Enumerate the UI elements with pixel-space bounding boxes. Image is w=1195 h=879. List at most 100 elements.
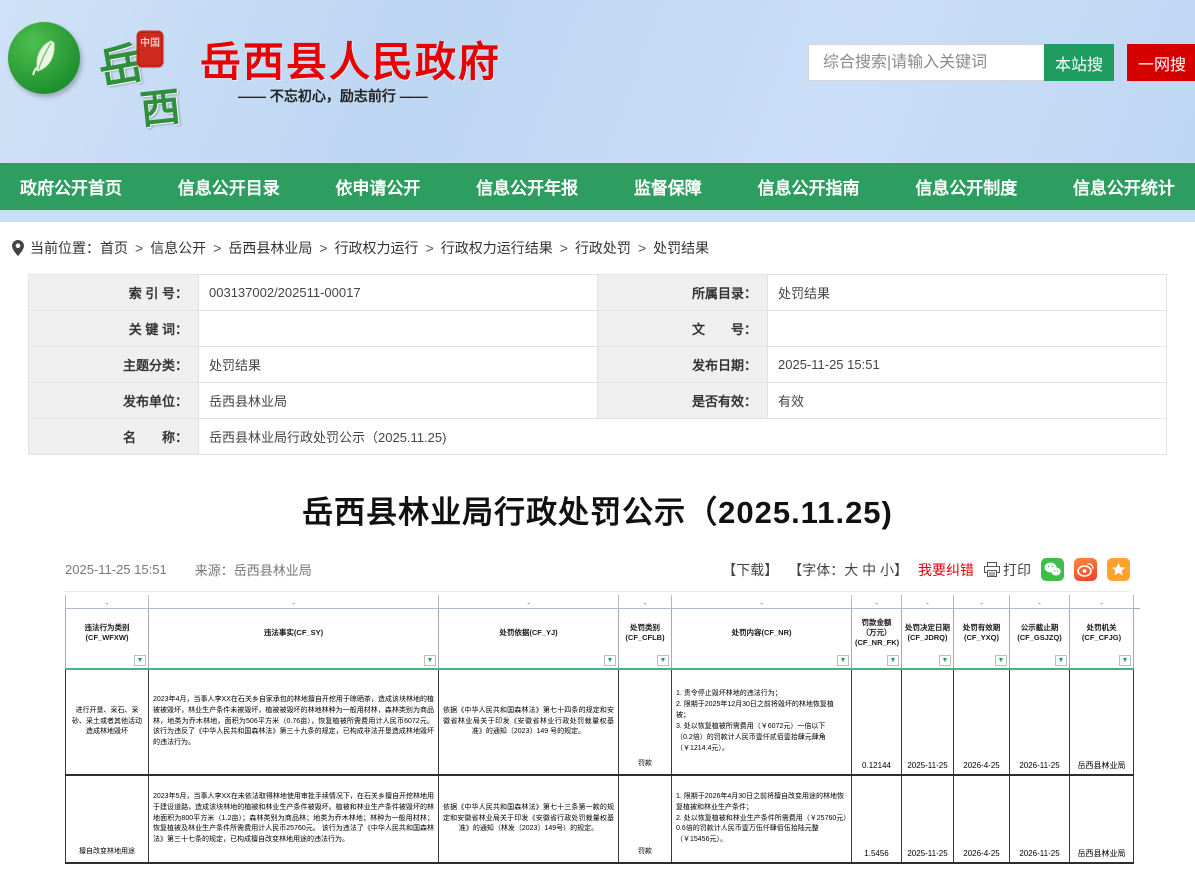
search-input[interactable] — [808, 44, 1044, 81]
clipped-cell: - — [619, 595, 672, 608]
table-row: 名 称： 岳西县林业局行政处罚公示（2025.11.25) — [29, 419, 1167, 455]
breadcrumb-prefix: 当前位置： — [30, 238, 100, 258]
breadcrumb-separator: > — [426, 240, 434, 256]
cell-type: 罚款 — [619, 669, 672, 775]
table-row: 主题分类： 处罚结果 发布日期： 2025-11-25 15:51 — [29, 347, 1167, 383]
breadcrumb-separator: > — [319, 240, 327, 256]
cell-decision-date: 2025-11-25 — [902, 775, 954, 863]
breadcrumb-separator: > — [560, 240, 568, 256]
column-header-decision-date: 处罚决定日期(CF_JDRQ) ▼ — [902, 608, 954, 668]
table-row: 进行开垦、采石、采砂、采土或者其他活动造成林地毁坏 2023年4月，当事人李XX… — [66, 669, 1134, 775]
clipped-cell: - — [954, 595, 1010, 608]
breadcrumb-item-info[interactable]: 信息公开 — [150, 238, 206, 258]
column-header-content: 处罚内容(CF_NR) ▼ — [672, 608, 852, 668]
breadcrumb-separator: > — [135, 240, 143, 256]
weibo-share-button[interactable] — [1074, 558, 1097, 581]
breadcrumb-item-home[interactable]: 首页 — [100, 238, 128, 258]
star-icon — [1111, 562, 1126, 577]
table-row: 关 键 词： 文 号： — [29, 311, 1167, 347]
filter-dropdown-icon[interactable]: ▼ — [837, 655, 849, 666]
meta-value-valid: 有效 — [768, 383, 1167, 419]
filter-dropdown-icon[interactable]: ▼ — [939, 655, 951, 666]
nav-item-guide[interactable]: 信息公开指南 — [752, 174, 866, 199]
table-row: 发布单位： 岳西县林业局 是否有效： 有效 — [29, 383, 1167, 419]
banner-strip — [0, 210, 1195, 222]
breadcrumb-item-power-result[interactable]: 行政权力运行结果 — [441, 238, 553, 258]
breadcrumb-item-power[interactable]: 行政权力运行 — [335, 238, 419, 258]
filter-dropdown-icon[interactable]: ▼ — [424, 655, 436, 666]
cell-fine-amount: 1.5456 — [852, 775, 902, 863]
breadcrumb-item-penalty-result[interactable]: 处罚结果 — [653, 238, 709, 258]
penalty-table: - - - - - - - - - - 违法行为类别(CF_WFXW)▼ 违法事… — [65, 595, 1134, 864]
cell-organ: 岳西县林业局 — [1070, 669, 1134, 775]
net-search-button[interactable]: 一网搜 — [1127, 44, 1195, 81]
tea-leaf-icon — [21, 35, 67, 81]
print-button[interactable]: 打印 — [984, 560, 1031, 580]
nav-item-annual-report[interactable]: 信息公开年报 — [470, 174, 584, 199]
site-search-button[interactable]: 本站搜 — [1044, 44, 1114, 81]
filter-dropdown-icon[interactable]: ▼ — [604, 655, 616, 666]
document-meta-table: 索 引 号： 003137002/202511-00017 所属目录： 处罚结果… — [28, 274, 1167, 455]
cell-publicity-until: 2026-11-25 — [1010, 775, 1070, 863]
breadcrumb-item-bureau[interactable]: 岳西县林业局 — [228, 238, 312, 258]
report-error-link[interactable]: 我要纠错 — [918, 560, 974, 580]
header-label: 处罚决定日期(CF_JDRQ) — [905, 623, 950, 642]
filter-dropdown-icon[interactable]: ▼ — [1055, 655, 1067, 666]
cell-content: 1. 限期于2026年4月30日之前将擅自改变用途的林地恢复植被和林业生产条件；… — [672, 775, 852, 863]
nav-item-apply[interactable]: 依申请公开 — [329, 174, 426, 199]
nav-item-supervision[interactable]: 监督保障 — [628, 174, 708, 199]
meta-label-docnum: 文 号： — [598, 311, 768, 347]
meta-value-name: 岳西县林业局行政处罚公示（2025.11.25) — [199, 419, 1167, 455]
filter-dropdown-icon[interactable]: ▼ — [134, 655, 146, 666]
clipped-cell: - — [672, 595, 852, 608]
article-source: 来源：岳西县林业局 — [195, 560, 312, 579]
wechat-share-button[interactable] — [1041, 558, 1064, 581]
meta-value-catalog: 处罚结果 — [768, 275, 1167, 311]
header-label: 处罚机关(CF_CFJG) — [1082, 623, 1121, 642]
clipped-cell: - — [439, 595, 619, 608]
nav-item-info-catalog[interactable]: 信息公开目录 — [172, 174, 286, 199]
font-size-control[interactable]: 【字体：大 中 小】 — [788, 560, 908, 580]
column-header-publicity-end: 公示截止期(CF_GSJZQ) ▼ — [1010, 608, 1070, 668]
nav-item-system[interactable]: 信息公开制度 — [909, 174, 1023, 199]
penalty-sheet: - - - - - - - - - - 违法行为类别(CF_WFXW)▼ 违法事… — [65, 595, 1133, 864]
header-label: 违法行为类别(CF_WFXW) — [85, 623, 130, 642]
cell-facts: 2023年4月，当事人李XX在石关乡自家承包的林地擅自开挖用于晾晒茶，造成该块林… — [149, 669, 439, 775]
meta-label-index: 索 引 号： — [29, 275, 199, 311]
favorite-button[interactable] — [1107, 558, 1130, 581]
table-row: 擅自改变林地用途 2023年5月，当事人李XX在未依法取得林地使用审批手续情况下… — [66, 775, 1134, 863]
china-seal: 中国 — [138, 32, 162, 66]
cell-facts: 2023年5月，当事人李XX在未依法取得林地使用审批手续情况下，在石关乡擅自开挖… — [149, 775, 439, 863]
publish-time: 2025-11-25 15:51 — [65, 562, 167, 577]
site-title[interactable]: 岳西县人民政府 — [200, 28, 501, 88]
cell-publicity-until: 2026-11-25 — [1010, 669, 1070, 775]
nav-item-statistics[interactable]: 信息公开统计 — [1067, 174, 1181, 199]
meta-value-unit: 岳西县林业局 — [199, 383, 598, 419]
column-header-fine: 罚款金额（万元）(CF_NR_FK) ▼ — [852, 608, 902, 668]
cell-organ: 岳西县林业局 — [1070, 775, 1134, 863]
print-label: 打印 — [1003, 560, 1031, 580]
meta-label-unit: 发布单位： — [29, 383, 199, 419]
filter-dropdown-icon[interactable]: ▼ — [1119, 655, 1131, 666]
table-row: 索 引 号： 003137002/202511-00017 所属目录： 处罚结果 — [29, 275, 1167, 311]
filter-dropdown-icon[interactable]: ▼ — [657, 655, 669, 666]
breadcrumb-item-penalty[interactable]: 行政处罚 — [575, 238, 631, 258]
filter-dropdown-icon[interactable]: ▼ — [995, 655, 1007, 666]
meta-value-topic: 处罚结果 — [199, 347, 598, 383]
clipped-cell: - — [149, 595, 439, 608]
download-button[interactable]: 【下载】 — [722, 560, 778, 580]
calligraphy-char-2: 西 — [137, 74, 183, 136]
nav-item-gov-home[interactable]: 政府公开首页 — [14, 174, 128, 199]
site-logo[interactable] — [8, 22, 80, 94]
filter-dropdown-icon[interactable]: ▼ — [887, 655, 899, 666]
meta-label-topic: 主题分类： — [29, 347, 199, 383]
clipped-cell: - — [1070, 595, 1134, 608]
header-label: 处罚内容(CF_NR) — [732, 628, 792, 637]
header-label: 罚款金额（万元）(CF_NR_FK) — [855, 618, 899, 647]
meta-label-valid: 是否有效： — [598, 383, 768, 419]
cell-type: 罚款 — [619, 775, 672, 863]
breadcrumb-separator: > — [213, 240, 221, 256]
cell-category: 进行开垦、采石、采砂、采土或者其他活动造成林地毁坏 — [66, 669, 149, 775]
header-label: 公示截止期(CF_GSJZQ) — [1017, 623, 1062, 642]
clipped-cell: - — [66, 595, 149, 608]
